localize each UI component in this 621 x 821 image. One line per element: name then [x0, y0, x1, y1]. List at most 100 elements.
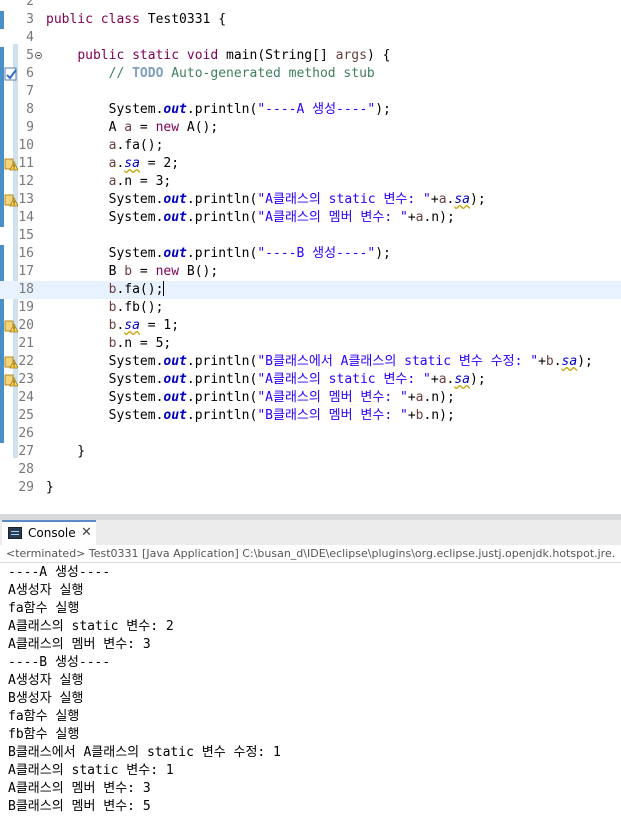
code-text: System.out.println("----B 생성----");	[46, 245, 391, 263]
code-line[interactable]: 3 public class Test0331 {	[0, 11, 621, 29]
code-line[interactable]: 17 B b = new B();	[0, 263, 621, 281]
console-output-line: B클래스의 멤버 변수: 5	[8, 799, 151, 814]
code-line[interactable]: 15	[0, 227, 621, 245]
task-marker-icon[interactable]	[4, 67, 18, 81]
code-line[interactable]: 9 A a = new A();	[0, 119, 621, 137]
console-status-line: <terminated> Test0331 [Java Application]…	[0, 545, 621, 563]
code-token: .n);	[423, 390, 455, 405]
warning-marker-icon[interactable]	[4, 355, 19, 369]
code-line[interactable]: 13 System.out.println("A클래스의 static 변수: …	[0, 191, 621, 209]
code-token: System.	[46, 372, 164, 387]
console-output[interactable]: ----A 생성---- A생성자 실행 fa함수 실행 A클래스의 static 변…	[0, 563, 621, 821]
code-line[interactable]: 5 public static void main(String[] args)…	[0, 47, 621, 65]
code-token: a	[438, 192, 447, 207]
line-number: 19	[18, 300, 34, 315]
code-line[interactable]: 25 System.out.println("B클래스의 멤버 변수: "+b.…	[0, 407, 621, 425]
code-token: .println(	[186, 354, 258, 369]
line-number: 4	[26, 30, 34, 45]
line-number: 28	[18, 462, 34, 477]
code-text: }	[46, 479, 54, 496]
code-text: a.fa();	[46, 137, 164, 155]
warning-marker-icon[interactable]	[4, 157, 19, 171]
console-output-line: A생성자 실행	[8, 583, 84, 598]
warning-marker-icon[interactable]	[4, 319, 19, 333]
code-line[interactable]: 2	[0, 0, 621, 11]
code-line[interactable]: 8 System.out.println("----A 생성----");	[0, 101, 621, 119]
code-token: "A클래스의 static 변수: "	[257, 192, 431, 207]
fold-toggle-icon[interactable]	[35, 52, 42, 59]
code-line[interactable]: 22 System.out.println("B클래스에서 A클래스의 stat…	[0, 353, 621, 371]
code-line[interactable]: 7	[0, 83, 621, 101]
code-line[interactable]: 29}	[0, 479, 621, 496]
code-token: = 2;	[139, 156, 180, 171]
code-line[interactable]: 27 }	[0, 443, 621, 461]
code-token: System.	[46, 390, 164, 405]
code-line[interactable]: 12 a.n = 3;	[0, 173, 621, 191]
code-token: args	[335, 48, 367, 63]
console-icon	[8, 527, 22, 539]
code-token: b	[46, 282, 117, 297]
code-line[interactable]: 10 a.fa();	[0, 137, 621, 155]
code-line[interactable]: 20 b.sa = 1;	[0, 317, 621, 335]
code-token: out	[163, 210, 187, 225]
code-token: =	[132, 264, 156, 279]
code-token: public static void	[77, 48, 227, 63]
code-token: =	[132, 120, 156, 135]
line-number: 16	[18, 246, 34, 261]
code-token: ) {	[366, 48, 391, 63]
console-tab-label: Console	[28, 526, 76, 540]
tab-console[interactable]: Console ✕	[2, 520, 96, 545]
code-token: +	[407, 210, 416, 225]
code-text: a.n = 3;	[46, 173, 172, 191]
code-line[interactable]: 19 b.fb();	[0, 299, 621, 317]
code-token: .	[553, 354, 562, 369]
console-output-line: fb함수 실행	[8, 727, 80, 742]
code-line[interactable]: 26	[0, 425, 621, 443]
console-tab-bar: Console ✕	[0, 520, 621, 546]
code-token: "B클래스의 멤버 변수: "	[257, 408, 408, 423]
code-token: Test0331 {	[147, 12, 227, 27]
code-line[interactable]: 18 b.fa();	[0, 281, 621, 299]
code-token: A();	[186, 120, 219, 135]
code-token: +	[407, 390, 416, 405]
code-token: sa	[454, 372, 470, 387]
code-text: System.out.println("B클래스에서 A클래스의 static …	[46, 353, 593, 371]
close-icon[interactable]: ✕	[81, 525, 92, 540]
code-line[interactable]: 23 System.out.println("A클래스의 static 변수: …	[0, 371, 621, 389]
code-editor[interactable]: 2 3 public class Test0331 {4 5 public stati…	[0, 0, 621, 496]
code-line[interactable]: 14 System.out.println("A클래스의 멤버 변수: "+a.…	[0, 209, 621, 227]
code-text: public static void main(String[] args) {	[46, 47, 390, 65]
code-line[interactable]: 4	[0, 29, 621, 47]
code-token: .n);	[423, 408, 455, 423]
code-token: B();	[186, 264, 219, 279]
code-token: b	[46, 300, 117, 315]
code-line[interactable]: 28	[0, 461, 621, 479]
code-token: System.	[46, 102, 164, 117]
code-token: );	[577, 354, 593, 369]
code-token: a	[46, 138, 117, 153]
code-token: out	[163, 372, 187, 387]
console-output-line: ----A 생성----	[8, 565, 111, 580]
line-number: 8	[26, 102, 34, 117]
code-line[interactable]: 6 // TODO Auto-generated method stub	[0, 65, 621, 83]
code-token: "----A 생성----"	[257, 102, 376, 117]
line-number: 10	[18, 138, 34, 153]
code-token: +	[407, 408, 416, 423]
code-token: "A클래스의 멤버 변수: "	[257, 210, 408, 225]
code-token: .println(	[186, 390, 258, 405]
code-line[interactable]: 11 a.sa = 2;	[0, 155, 621, 173]
line-number: 25	[18, 408, 34, 423]
code-line[interactable]: 16 System.out.println("----B 생성----");	[0, 245, 621, 263]
code-token: (	[257, 48, 266, 63]
warning-marker-icon[interactable]	[4, 373, 19, 387]
code-line[interactable]: 21 b.n = 5;	[0, 335, 621, 353]
code-token: out	[163, 408, 187, 423]
code-token: );	[470, 192, 486, 207]
code-token: b	[46, 318, 117, 333]
code-token: System.	[46, 354, 164, 369]
code-token: .println(	[186, 246, 258, 261]
warning-marker-icon[interactable]	[4, 193, 19, 207]
line-number: 14	[18, 210, 34, 225]
code-line[interactable]: 24 System.out.println("A클래스의 멤버 변수: "+a.…	[0, 389, 621, 407]
